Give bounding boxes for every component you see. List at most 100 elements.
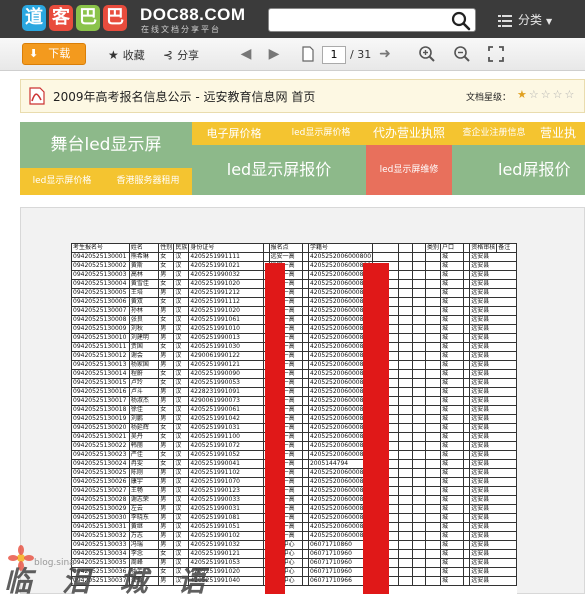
table-cell [411, 486, 426, 496]
zoom-in-icon[interactable] [418, 45, 436, 63]
table-cell [398, 342, 413, 352]
table-cell [411, 351, 426, 361]
logo-char-2[interactable]: 客 [49, 5, 73, 31]
favorite-label: 收藏 [122, 49, 145, 62]
table-cell: 远安县 [469, 513, 517, 523]
table-cell: 男 [158, 306, 175, 316]
ad-link[interactable]: 舞台led显示屏 [20, 122, 192, 168]
table-cell: 万志 [128, 531, 160, 541]
doc-title-bar: 2009年高考报名信息公示 - 远安教育信息网 首页 文档星级： ★☆☆☆☆ [20, 79, 585, 113]
favorite-button[interactable]: ★ 收藏 [108, 47, 145, 63]
watermark-text: 临 泪 城 语 [4, 565, 216, 594]
table-cell: 09420525130016 [71, 387, 130, 397]
table-cell: 汉 [173, 540, 190, 550]
table-cell [424, 423, 441, 433]
zoom-out-icon[interactable] [453, 45, 471, 63]
table-cell: 4205251991030 [188, 342, 264, 352]
ad-link[interactable]: led屏报价 [452, 145, 585, 195]
table-row: 09420525130034李念女汉4205251990121旧县中心06071… [71, 549, 517, 559]
table-cell [398, 297, 413, 307]
table-cell [398, 522, 413, 532]
table-header-cell: 户口 [439, 243, 465, 253]
search-icon[interactable] [451, 11, 471, 31]
rating-stars: ★☆☆☆☆ [517, 88, 576, 101]
table-row: 09420525130031黄继男汉4205251991051远安一高42052… [71, 522, 517, 532]
table-cell: 09420525130020 [71, 423, 130, 433]
share-button[interactable]: ⊰ 分享 [163, 47, 199, 63]
table-cell: 09420525130013 [71, 360, 130, 370]
logo-char-4[interactable]: 巴 [103, 5, 127, 31]
prev-page-icon[interactable]: ◀ [238, 46, 254, 62]
table-cell [411, 441, 426, 451]
table-cell: 男 [158, 396, 175, 406]
table-cell: 熊希琳 [128, 252, 160, 262]
table-cell: 09420525130009 [71, 324, 130, 334]
table-cell [398, 513, 413, 523]
ad-link[interactable]: 香港服务器租用 [104, 168, 192, 195]
table-cell: 汉 [173, 477, 190, 487]
table-cell [398, 360, 413, 370]
search-input[interactable] [268, 8, 476, 32]
table-cell [424, 495, 441, 505]
site-name[interactable]: DOC88.COM [140, 5, 246, 25]
table-cell [398, 414, 413, 424]
table-cell: 09420525130004 [71, 279, 130, 289]
download-arrow-icon: ⬇ [29, 47, 39, 60]
next-page-icon[interactable]: ▶ [266, 46, 282, 62]
ad-link[interactable]: led显示屏维修 [366, 145, 452, 195]
table-cell: 汉 [173, 405, 190, 415]
table-cell [411, 504, 426, 514]
table-cell [398, 549, 413, 559]
table-cell [398, 450, 413, 460]
table-cell: 严佳 [128, 450, 160, 460]
table-cell: 城 [439, 423, 465, 433]
table-cell: 09420525130012 [71, 351, 130, 361]
table-cell [411, 540, 426, 550]
table-cell [398, 333, 413, 343]
logo-char-1[interactable]: 道 [22, 5, 46, 31]
doc-toolbar: ⬇ 下载 ★ 收藏 ⊰ 分享 ◀ ▶ 1 / 31 ➜ [0, 38, 585, 71]
fullscreen-icon[interactable] [487, 45, 505, 63]
page-number-input[interactable]: 1 [322, 46, 346, 64]
download-button[interactable]: ⬇ 下载 [22, 43, 86, 65]
table-cell: 韩丽 [128, 441, 160, 451]
ad-link[interactable]: 营业执 [536, 122, 585, 145]
site-tagline: 在线文档分享平台 [141, 25, 221, 34]
table-cell: 杨延辉 [128, 423, 160, 433]
table-cell: 冯瑞 [128, 540, 160, 550]
table-cell: 远安县 [469, 450, 517, 460]
table-cell: 4205251991031 [188, 423, 264, 433]
table-cell [411, 315, 426, 325]
ad-link[interactable]: 代办营业执照 [366, 122, 452, 145]
table-cell [411, 414, 426, 424]
table-cell: 远安县 [469, 432, 517, 442]
table-cell: 王培 [128, 288, 160, 298]
table-cell: 汉 [173, 513, 190, 523]
ad-link[interactable]: 查企业注册信息 [452, 122, 536, 145]
table-cell: 4205251991212 [188, 288, 264, 298]
table-cell: 汉 [173, 342, 190, 352]
table-cell: 城 [439, 459, 465, 469]
ad-link[interactable]: led显示屏价格 [276, 122, 366, 145]
go-page-icon[interactable]: ➜ [377, 46, 393, 62]
table-cell: 李晓东 [128, 513, 160, 523]
table-cell: 城 [439, 261, 465, 271]
ad-link[interactable]: led显示屏价格 [20, 168, 104, 195]
table-cell [411, 333, 426, 343]
table-cell: 城 [439, 567, 465, 577]
logo-char-3[interactable]: 巴 [76, 5, 100, 31]
ad-link[interactable]: 电子屏价格 [192, 122, 276, 145]
table-cell: 城 [439, 441, 465, 451]
ad-link[interactable]: led显示屏报价 [192, 145, 366, 195]
table-cell [398, 315, 413, 325]
document-viewer[interactable]: 考生报名号 姓名 性别 民族 身份证号 报名点 学籍号 类别 户口 资格审核 备注 09420525… [20, 207, 585, 594]
table-cell: 09420525130010 [71, 333, 130, 343]
table-cell: 远安县 [469, 333, 517, 343]
table-cell [411, 261, 426, 271]
table-cell: 09420525130027 [71, 486, 130, 496]
redaction-bar [265, 263, 285, 594]
category-menu-button[interactable]: 分类 ▼ [498, 9, 552, 31]
table-cell: 4205251991021 [188, 261, 264, 271]
table-cell: 陈刚 [128, 468, 160, 478]
table-cell [424, 360, 441, 370]
